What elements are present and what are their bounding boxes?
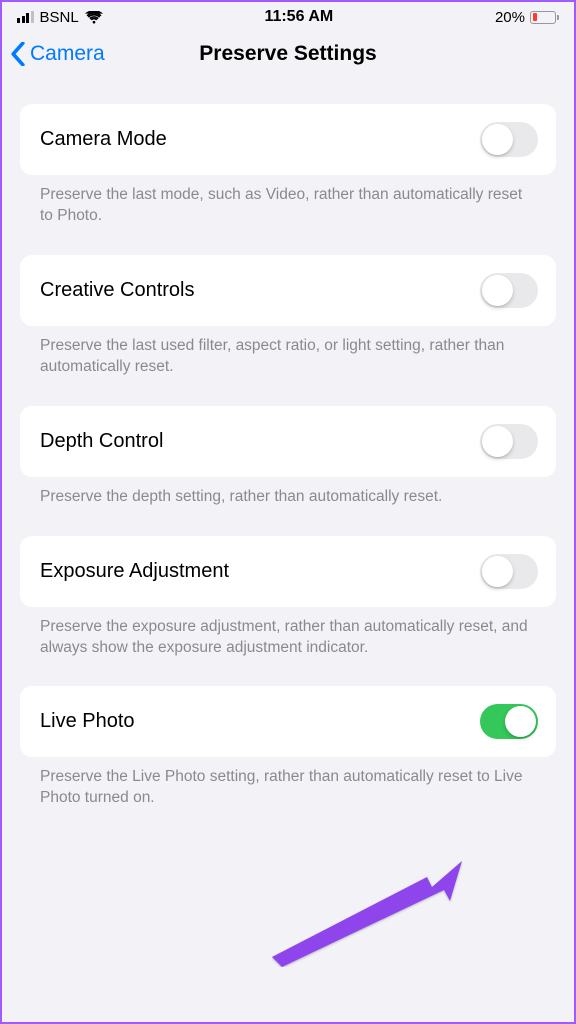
nav-bar: Camera Preserve Settings <box>2 30 574 84</box>
footer-camera-mode: Preserve the last mode, such as Video, r… <box>20 175 556 227</box>
page-title: Preserve Settings <box>199 42 376 66</box>
toggle-knob <box>482 124 513 155</box>
chevron-left-icon <box>10 42 26 66</box>
toggle-knob <box>482 275 513 306</box>
group-live-photo: Live Photo Preserve the Live Photo setti… <box>20 686 556 809</box>
cell-live-photo[interactable]: Live Photo <box>20 686 556 757</box>
cell-depth-control[interactable]: Depth Control <box>20 406 556 477</box>
settings-content: Camera Mode Preserve the last mode, such… <box>2 104 574 809</box>
status-right: 20% <box>495 9 559 26</box>
group-creative-controls: Creative Controls Preserve the last used… <box>20 255 556 378</box>
toggle-depth-control[interactable] <box>480 424 538 459</box>
toggle-knob <box>505 706 536 737</box>
battery-percent: 20% <box>495 9 525 26</box>
cell-label: Live Photo <box>40 710 135 733</box>
group-camera-mode: Camera Mode Preserve the last mode, such… <box>20 104 556 227</box>
cellular-signal-icon <box>17 11 34 23</box>
annotation-arrow-icon <box>272 857 502 967</box>
cell-label: Creative Controls <box>40 279 195 302</box>
toggle-creative-controls[interactable] <box>480 273 538 308</box>
footer-creative-controls: Preserve the last used filter, aspect ra… <box>20 326 556 378</box>
toggle-live-photo[interactable] <box>480 704 538 739</box>
cell-label: Depth Control <box>40 430 163 453</box>
toggle-knob <box>482 426 513 457</box>
toggle-camera-mode[interactable] <box>480 122 538 157</box>
cell-exposure-adjustment[interactable]: Exposure Adjustment <box>20 536 556 607</box>
back-label: Camera <box>30 42 105 66</box>
toggle-knob <box>482 556 513 587</box>
footer-depth-control: Preserve the depth setting, rather than … <box>20 477 556 508</box>
cell-label: Exposure Adjustment <box>40 560 229 583</box>
status-left: BSNL <box>17 9 103 26</box>
carrier-label: BSNL <box>40 9 79 26</box>
battery-icon <box>530 11 559 24</box>
cell-label: Camera Mode <box>40 128 167 151</box>
back-button[interactable]: Camera <box>10 42 105 66</box>
wifi-icon <box>85 11 103 24</box>
status-bar: BSNL 11:56 AM 20% <box>2 2 574 30</box>
footer-live-photo: Preserve the Live Photo setting, rather … <box>20 757 556 809</box>
group-depth-control: Depth Control Preserve the depth setting… <box>20 406 556 508</box>
cell-creative-controls[interactable]: Creative Controls <box>20 255 556 326</box>
status-time: 11:56 AM <box>264 8 333 26</box>
toggle-exposure-adjustment[interactable] <box>480 554 538 589</box>
footer-exposure-adjustment: Preserve the exposure adjustment, rather… <box>20 607 556 659</box>
cell-camera-mode[interactable]: Camera Mode <box>20 104 556 175</box>
group-exposure-adjustment: Exposure Adjustment Preserve the exposur… <box>20 536 556 659</box>
